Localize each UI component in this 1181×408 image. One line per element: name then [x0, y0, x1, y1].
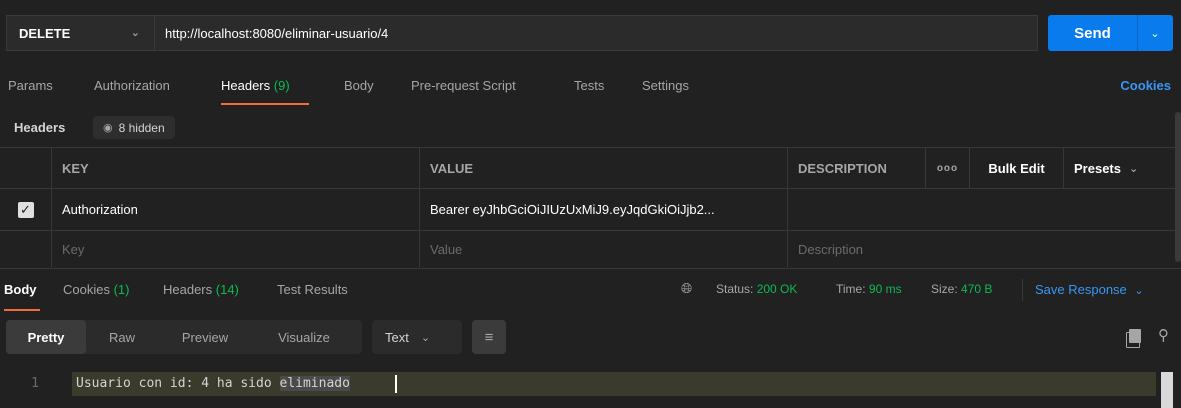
tab-count: (9) — [273, 78, 290, 93]
copy-icon[interactable] — [1126, 329, 1141, 348]
response-tabs: Body Cookies (1) Headers (14) Test Resul… — [0, 268, 1181, 312]
table-row-new: Key Value Description — [0, 231, 1175, 267]
url-text: http://localhost:8080/eliminar-usuario/4 — [165, 25, 389, 41]
send-button[interactable]: Send ⌄ — [1048, 15, 1173, 51]
headers-section-label: Headers — [14, 120, 66, 135]
view-preview-button[interactable]: Preview — [164, 320, 246, 354]
chevron-down-icon: ⌄ — [1128, 162, 1139, 175]
new-description-input[interactable]: Description — [788, 231, 926, 267]
response-scrollbar[interactable] — [1161, 372, 1173, 408]
method-select[interactable]: DELETE ⌄ — [6, 15, 154, 51]
view-mode-segment: Pretty Raw Preview Visualize — [6, 320, 362, 354]
size-value: 470 B — [961, 282, 993, 296]
chevron-down-icon: ⌄ — [1134, 285, 1144, 297]
tab-response-cookies[interactable]: Cookies (1) — [63, 282, 129, 297]
send-options-chevron-icon[interactable]: ⌄ — [1137, 27, 1173, 40]
response-body-text[interactable]: Usuario con id: 4 ha sido eliminado — [76, 372, 350, 396]
tab-authorization[interactable]: Authorization — [94, 78, 170, 93]
tab-headers[interactable]: Headers (9) — [221, 78, 290, 93]
new-key-input[interactable]: Key — [52, 231, 420, 267]
row-checkbox[interactable]: ✓ — [17, 201, 34, 218]
selected-text: eliminado — [279, 376, 350, 391]
headers-scrollbar[interactable] — [1175, 112, 1181, 262]
cookies-link[interactable]: Cookies — [1120, 78, 1171, 93]
send-label: Send — [1074, 24, 1111, 42]
hidden-headers-toggle[interactable]: ◉ 8 hidden — [93, 116, 175, 139]
line-number: 1 — [31, 376, 39, 391]
tab-body[interactable]: Body — [344, 78, 374, 93]
tab-pre-request-script[interactable]: Pre-request Script — [411, 78, 516, 93]
status-value: 200 OK — [756, 282, 798, 296]
table-header-row: KEY VALUE DESCRIPTION ooo Bulk Edit Pres… — [0, 147, 1175, 189]
tab-label: Body — [344, 78, 374, 93]
header-checkbox-cell — [0, 148, 52, 188]
method-label: DELETE — [19, 25, 71, 41]
save-response-label: Save Response — [1035, 282, 1127, 297]
new-row-checkbox-cell — [0, 231, 52, 267]
column-key: KEY — [52, 148, 420, 188]
bulk-edit-button[interactable]: Bulk Edit — [970, 148, 1064, 188]
tab-label: Pre-request Script — [411, 78, 516, 93]
request-url-bar: DELETE ⌄ http://localhost:8080/eliminar-… — [0, 0, 1181, 66]
save-response-button[interactable]: Save Response ⌄ — [1035, 282, 1144, 297]
active-tab-indicator — [4, 309, 40, 311]
tab-tests[interactable]: Tests — [574, 78, 604, 93]
chevron-down-icon: ⌄ — [420, 331, 431, 344]
tab-response-body[interactable]: Body — [4, 282, 37, 297]
divider — [1022, 279, 1023, 301]
column-value: VALUE — [420, 148, 788, 188]
tab-count: (14) — [215, 282, 239, 297]
url-input[interactable]: http://localhost:8080/eliminar-usuario/4 — [154, 15, 1038, 51]
more-options-icon[interactable]: ooo — [926, 148, 970, 188]
headers-section-header: Headers ◉ 8 hidden — [0, 112, 1181, 140]
chevron-down-icon: ⌄ — [130, 27, 140, 39]
status-readout: Status: 200 OK — [716, 282, 797, 296]
column-description: DESCRIPTION — [788, 148, 926, 188]
size-readout: Size: 470 B — [931, 282, 992, 296]
tab-settings[interactable]: Settings — [642, 78, 689, 93]
tab-label: Cookies — [63, 282, 110, 297]
view-visualize-button[interactable]: Visualize — [256, 320, 352, 354]
format-select[interactable]: Text ⌄ — [372, 320, 462, 354]
hidden-headers-label: 8 hidden — [118, 120, 165, 135]
tab-label: Settings — [642, 78, 689, 93]
tab-label: Params — [8, 78, 53, 93]
eye-icon: ◉ — [103, 122, 113, 134]
tab-params[interactable]: Params — [8, 78, 53, 93]
format-label: Text — [385, 329, 409, 345]
tab-label: Authorization — [94, 78, 170, 93]
active-tab-indicator — [221, 103, 309, 105]
presets-label: Presets — [1074, 160, 1121, 176]
tab-label: Headers — [221, 78, 271, 93]
tab-label: Test Results — [277, 282, 348, 297]
status-label: Status: — [716, 282, 754, 296]
search-icon[interactable]: ⚲ — [1158, 326, 1169, 344]
table-row: ✓ Authorization Bearer eyJhbGciOiJIUzUxM… — [0, 189, 1175, 231]
view-raw-button[interactable]: Raw — [90, 320, 154, 354]
presets-dropdown[interactable]: Presets ⌄ — [1064, 148, 1175, 188]
time-readout: Time: 90 ms — [836, 282, 902, 296]
size-label: Size: — [931, 282, 958, 296]
tab-response-headers[interactable]: Headers (14) — [163, 282, 239, 297]
request-tabs: Params Authorization Headers (9) Body Pr… — [0, 66, 1181, 106]
tab-label: Headers — [163, 282, 213, 297]
tab-label: Tests — [574, 78, 605, 93]
row-checkbox-cell: ✓ — [0, 189, 52, 230]
time-label: Time: — [836, 282, 866, 296]
wrap-lines-icon[interactable]: ≡ — [472, 320, 506, 354]
row-description[interactable] — [788, 189, 926, 230]
tab-count: (1) — [113, 282, 130, 297]
new-value-input[interactable]: Value — [420, 231, 788, 267]
response-text: Usuario con id: 4 ha sido — [76, 376, 280, 391]
time-value: 90 ms — [868, 282, 902, 296]
tab-label: Body — [4, 282, 37, 297]
globe-icon[interactable]: 🌐︎ — [681, 280, 692, 297]
row-key[interactable]: Authorization — [52, 189, 420, 230]
row-value[interactable]: Bearer eyJhbGciOiJIUzUxMiJ9.eyJqdGkiOiJj… — [420, 189, 788, 230]
view-pretty-button[interactable]: Pretty — [6, 320, 86, 354]
text-caret — [395, 375, 397, 393]
response-body-editor[interactable]: 1 Usuario con id: 4 ha sido eliminado — [0, 372, 1181, 396]
tab-test-results[interactable]: Test Results — [277, 282, 348, 297]
